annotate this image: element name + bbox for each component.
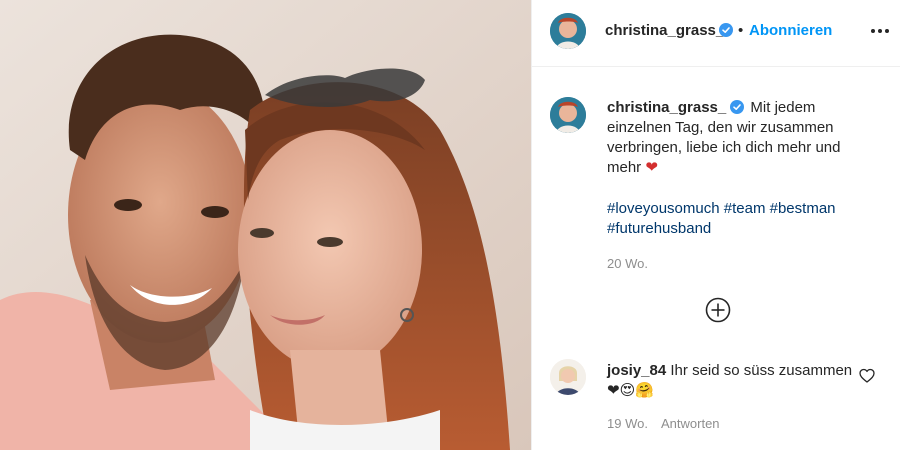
separator-dot: • xyxy=(738,22,744,39)
couple-selfie-image xyxy=(0,0,531,450)
avatar-image xyxy=(550,13,586,49)
commenter-username[interactable]: josiy_84 xyxy=(607,362,666,379)
author-username[interactable]: christina_grass_ xyxy=(605,22,724,39)
author-avatar[interactable] xyxy=(550,13,586,49)
caption-hashtags: #loveyousomuch #team #bestman #futurehus… xyxy=(607,199,877,239)
avatar-image xyxy=(550,97,586,133)
heart-emoji: ❤ xyxy=(645,159,658,176)
hashtag-link[interactable]: #team xyxy=(724,200,766,217)
follow-button[interactable]: Abonnieren xyxy=(749,22,832,39)
hashtag-link[interactable]: #futurehusband xyxy=(607,220,711,237)
comment-message: Ihr seid so süss zusammen xyxy=(670,362,853,379)
caption-username[interactable]: christina_grass_ xyxy=(607,99,726,116)
caption-body: christina_grass_ Mit jedem einzelnen Tag… xyxy=(607,98,877,178)
avatar-image xyxy=(550,359,586,395)
reply-button[interactable]: Antworten xyxy=(661,416,720,431)
caption-timestamp[interactable]: 20 Wo. xyxy=(607,256,648,271)
post-side-panel: christina_grass_ • Abonnieren christina_… xyxy=(531,0,900,450)
more-dot xyxy=(878,29,882,33)
comment-body: josiy_84 Ihr seid so süss zusammen ❤😍🤗 xyxy=(607,361,857,401)
more-dot xyxy=(871,29,875,33)
post-header: christina_grass_ • Abonnieren xyxy=(532,0,900,67)
comment-timestamp[interactable]: 19 Wo. xyxy=(607,416,648,431)
caption-author-avatar[interactable] xyxy=(550,97,586,133)
post-photo[interactable] xyxy=(0,0,531,450)
hashtag-link[interactable]: #bestman xyxy=(770,200,836,217)
more-dot xyxy=(885,29,889,33)
verified-badge-icon xyxy=(719,23,733,37)
comment-emoji: ❤😍🤗 xyxy=(607,382,654,399)
plus-circle-icon[interactable] xyxy=(705,297,731,323)
hashtag-link[interactable]: #loveyousomuch xyxy=(607,200,720,217)
more-options-icon[interactable] xyxy=(870,20,890,40)
heart-outline-icon[interactable] xyxy=(859,368,875,384)
commenter-avatar[interactable] xyxy=(550,359,586,395)
verified-badge-icon xyxy=(730,100,745,114)
